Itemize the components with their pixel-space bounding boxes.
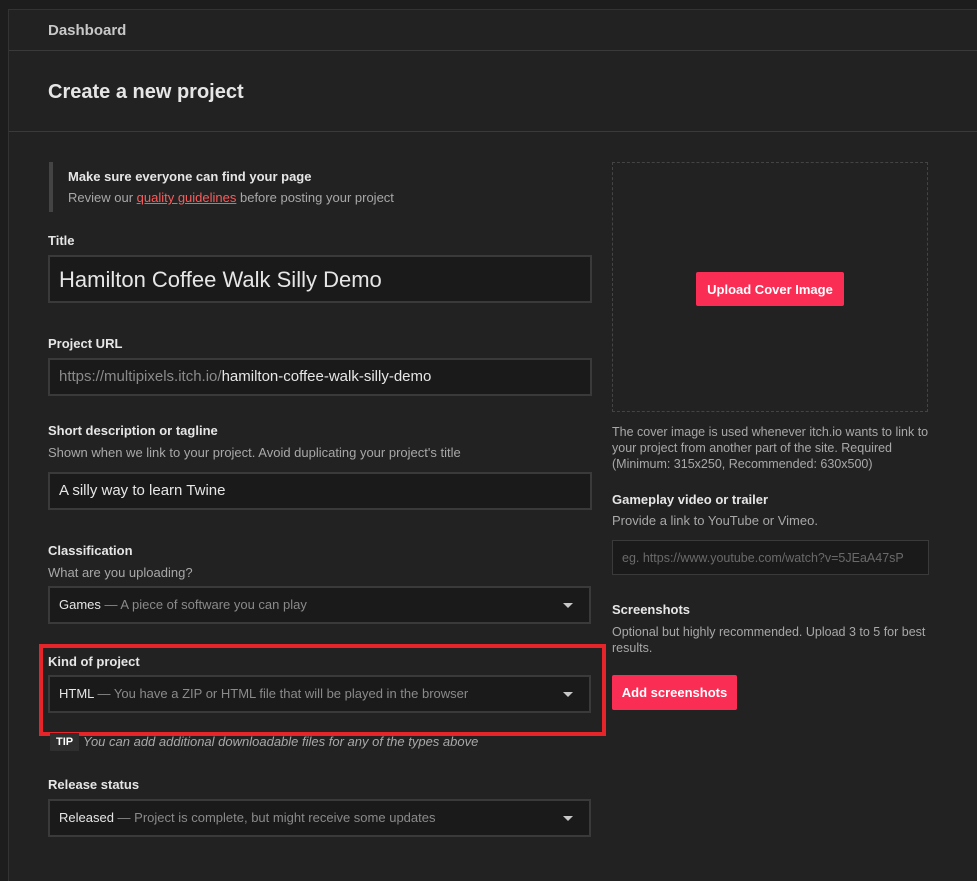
notice-post: before posting your project [236,190,394,205]
upload-cover-button[interactable]: Upload Cover Image [696,272,844,306]
page-header: Create a new project [9,51,977,132]
screenshots-help: Optional but highly recommended. Upload … [612,625,926,655]
tip-text: You can add additional downloadable file… [83,734,479,749]
video-label: Gameplay video or trailer [612,492,769,507]
video-help: Provide a link to YouTube or Vimeo. [612,513,818,528]
chevron-down-icon [563,692,573,697]
release-selected: Released [59,810,114,825]
notice-title: Make sure everyone can find your page [68,169,312,184]
tip-badge: TIP [50,733,80,751]
guidelines-notice: Make sure everyone can find your page Re… [49,162,473,212]
classification-help: What are you uploading? [48,565,193,580]
kind-selected: HTML [59,686,94,701]
url-label: Project URL [48,336,123,351]
classification-select[interactable]: Games — A piece of software you can play [48,586,591,624]
cover-image-dropzone[interactable]: Upload Cover Image [612,162,928,412]
classification-selected: Games [59,597,101,612]
screenshots-label: Screenshots [612,602,691,617]
page-title: Create a new project [48,81,244,103]
chevron-down-icon [563,603,573,608]
quality-guidelines-link[interactable]: quality guidelines [137,190,237,205]
cover-help: The cover image is used whenever itch.io… [612,425,929,471]
kind-select[interactable]: HTML — You have a ZIP or HTML file that … [48,675,591,713]
release-select[interactable]: Released — Project is complete, but migh… [48,799,591,837]
kind-label: Kind of project [48,654,140,669]
classification-desc: — A piece of software you can play [100,597,307,612]
project-url-input[interactable]: https://multipixels.itch.io/hamilton-cof… [48,358,592,396]
video-url-input[interactable]: eg. https://www.youtube.com/watch?v=5JEa… [612,540,929,575]
chevron-down-icon [563,816,573,821]
tagline-help: Shown when we link to your project. Avoi… [48,445,461,460]
kind-desc: — You have a ZIP or HTML file that will … [93,686,469,701]
notice-pre: Review our [68,190,137,205]
url-prefix: https://multipixels.itch.io/ [59,368,222,385]
release-desc: — Project is complete, but might receive… [113,810,436,825]
title-label: Title [48,233,75,248]
tagline-input[interactable]: A silly way to learn Twine [48,472,592,510]
add-screenshots-button[interactable]: Add screenshots [612,675,737,710]
tagline-label: Short description or tagline [48,423,218,438]
notice-text: Review our quality guidelines before pos… [68,190,394,205]
main-panel: Dashboard Create a new project Make sure… [8,9,977,881]
url-slug: hamilton-coffee-walk-silly-demo [221,368,432,385]
title-input[interactable]: Hamilton Coffee Walk Silly Demo [48,255,592,303]
top-bar: Dashboard [9,10,977,51]
classification-label: Classification [48,543,133,558]
release-label: Release status [48,777,140,792]
breadcrumb-dashboard[interactable]: Dashboard [48,22,126,39]
